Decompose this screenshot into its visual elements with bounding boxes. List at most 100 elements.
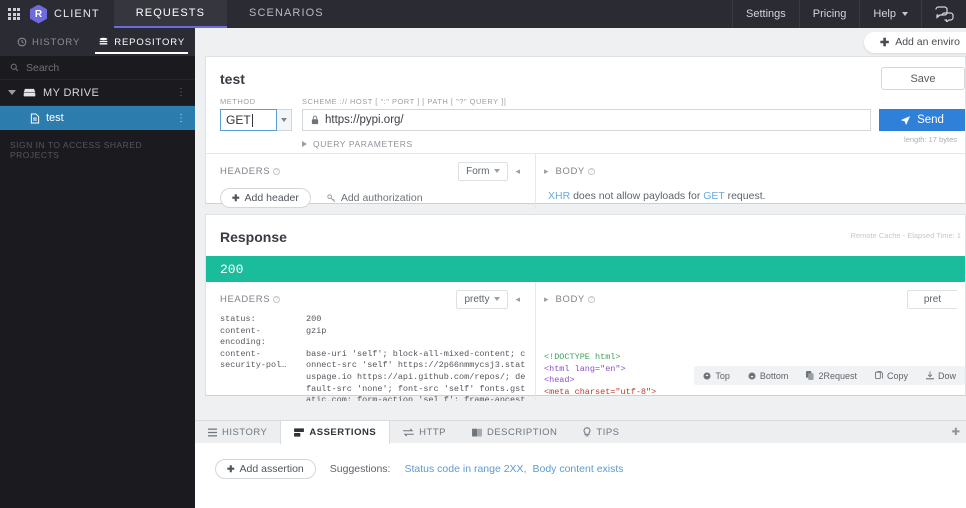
header-key: content-encoding: (220, 325, 266, 348)
request-body-note: XHR does not allow payloads for GET requ… (536, 180, 965, 202)
send-label: Send (917, 114, 944, 126)
response-body-code: <!DOCTYPE html> <html lang="en"> <head> … (536, 352, 656, 398)
book-icon (472, 428, 482, 436)
bottom-tab-description-label: DESCRIPTION (486, 426, 558, 438)
sidebar-signin-note: SIGN IN TO ACCESS SHARED PROJECTS (10, 140, 143, 160)
add-header-button[interactable]: ✚ Add header (220, 188, 311, 208)
method-block: METHOD GET (220, 97, 292, 131)
bottom-tab-tips[interactable]: TIPS (570, 421, 632, 443)
url-label: SCHEME :// HOST [ ":" PORT ] [ PATH [ "?… (302, 97, 507, 106)
response-body-format-dropdown[interactable]: pret (907, 289, 957, 309)
method-label: METHOD (220, 97, 256, 106)
expand-right-icon[interactable]: ▸ (544, 294, 556, 305)
info-icon[interactable]: ? (273, 295, 281, 303)
url-value: https://pypi.org/ (325, 114, 404, 126)
sidebar-tab-history[interactable]: HISTORY (8, 28, 89, 56)
plus-icon: ✚ (227, 463, 235, 474)
response-headers-format-dropdown[interactable]: pretty (456, 289, 509, 309)
bottom-tab-history[interactable]: HISTORY (195, 421, 280, 443)
bottom-tab-http-label: HTTP (419, 426, 446, 438)
send-button[interactable]: Send (879, 109, 965, 131)
bottom-tabbar: HISTORY ASSERTIONS HTTP DESCRIPTION TIPS… (195, 421, 966, 444)
collapse-left-icon[interactable]: ◂ (508, 294, 527, 305)
sidebar-search[interactable]: Search (0, 56, 195, 80)
assertions-icon (294, 428, 305, 437)
request-card: test Save METHOD GET SCHEME :// HOST ["… (205, 56, 966, 209)
headers-format-dropdown[interactable]: Form (458, 161, 509, 181)
response-body-header: ▸ BODY ? pret (536, 282, 965, 309)
url-input[interactable]: https://pypi.org/ (302, 109, 871, 131)
scroll-top-button[interactable]: Top (694, 371, 739, 381)
collapse-left-icon[interactable]: ◂ (508, 166, 527, 177)
add-tab-button[interactable]: ✚ (946, 421, 966, 443)
add-environment-button[interactable]: ✚ Add an enviro (863, 31, 966, 53)
code-line: <meta charset="utf-8"> (544, 387, 656, 399)
topbar-right-links: Settings Pricing Help (732, 0, 966, 28)
logo-hexagon-icon: R (30, 4, 47, 24)
method-input[interactable]: GET (220, 109, 277, 131)
response-headers-controls: pretty ◂ (456, 289, 527, 309)
download-button[interactable]: Dow (917, 371, 965, 381)
response-headers-table: status: 200 content-encoding: gzip conte… (206, 308, 535, 401)
copy-label: Copy (886, 370, 908, 381)
request-body-pane: ▸ BODY ? XHR does not allow payloads for… (536, 154, 965, 209)
chevron-down-icon (8, 90, 16, 95)
add-assertion-label: Add assertion (239, 463, 304, 475)
database-icon (99, 37, 108, 45)
to-request-button[interactable]: 2Request (797, 371, 866, 381)
help-menu[interactable]: Help (859, 0, 921, 28)
tab-scenarios[interactable]: SCENARIOS (227, 0, 346, 28)
response-body-format-label: pret (923, 293, 942, 305)
lock-icon (311, 115, 319, 125)
my-drive-menu-icon[interactable]: ⋮ (176, 87, 187, 98)
bottom-tab-assertions[interactable]: ASSERTIONS (280, 421, 391, 444)
pricing-link[interactable]: Pricing (798, 0, 860, 28)
response-headers-title: HEADERS (220, 293, 271, 305)
request-headers-pane: HEADERS ? Form ◂ ✚ Add header Add author… (206, 154, 536, 209)
table-row: status: 200 (220, 314, 529, 326)
bottom-tab-history-label: HISTORY (222, 426, 268, 438)
sidebar-item-my-drive[interactable]: MY DRIVE ⋮ (0, 80, 195, 106)
chat-bubbles-icon[interactable] (921, 0, 966, 28)
scroll-bottom-button[interactable]: Bottom (739, 371, 798, 381)
code-line-meta: <meta charset="utf-8"> (544, 386, 657, 397)
expand-right-icon[interactable]: ▸ (544, 166, 556, 177)
settings-link[interactable]: Settings (732, 0, 799, 28)
response-headers-pane: HEADERS ? pretty ◂ status: 200 content-e… (206, 282, 536, 401)
plus-icon: ✚ (232, 192, 240, 203)
file-menu-icon[interactable]: ⋮ (176, 113, 187, 124)
sidebar: HISTORY REPOSITORY Search MY DRIVE ⋮ tes… (0, 28, 215, 508)
info-icon[interactable]: ? (587, 295, 595, 303)
response-body-controls: pret (907, 289, 957, 309)
sidebar-item-test[interactable]: test ⋮ (0, 106, 195, 130)
add-assertion-button[interactable]: ✚ Add assertion (215, 459, 316, 479)
arrow-down-circle-icon (748, 371, 756, 380)
add-authorization-button[interactable]: Add authorization (327, 192, 423, 204)
bottom-tab-description[interactable]: DESCRIPTION (459, 421, 570, 443)
get-link[interactable]: GET (703, 190, 724, 202)
xhr-link[interactable]: XHR (548, 190, 570, 202)
header-key: content-security-pol… (220, 348, 287, 371)
response-body-toolbar: Top Bottom 2Request Copy Dow (694, 366, 965, 385)
assertions-content: ✚ Add assertion Suggestions: Status code… (195, 443, 966, 479)
apps-grid-icon[interactable] (0, 0, 28, 28)
chevron-down-icon (902, 12, 908, 16)
sidebar-tab-repository[interactable]: REPOSITORY (89, 28, 194, 56)
bottom-tab-http[interactable]: HTTP (390, 421, 459, 443)
info-icon[interactable]: ? (273, 167, 281, 175)
to-request-label: 2Request (818, 370, 857, 381)
copy-button[interactable]: Copy (866, 371, 917, 381)
response-title: Response (220, 229, 287, 245)
method-dropdown-button[interactable] (276, 109, 292, 131)
info-icon[interactable]: ? (587, 167, 595, 175)
chevron-right-icon (302, 141, 307, 147)
method-url-row: METHOD GET SCHEME :// HOST [ ":" PORT ] … (206, 87, 965, 131)
suggestion-status-code[interactable]: Status code in range 2XX, (404, 463, 526, 475)
suggestion-body-content[interactable]: Body content exists (532, 463, 623, 475)
save-button[interactable]: Save (881, 67, 965, 90)
query-parameters-toggle[interactable]: QUERY PARAMETERS (206, 131, 805, 149)
brand-name: CLIENT (54, 8, 100, 20)
response-body-title: BODY (555, 293, 585, 305)
tab-requests[interactable]: REQUESTS (113, 0, 228, 28)
